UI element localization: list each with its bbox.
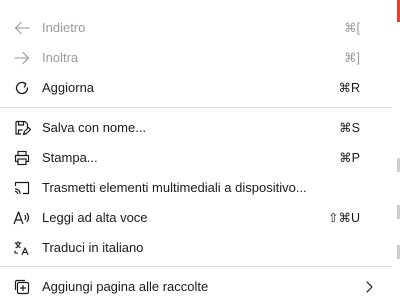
context-menu: Indietro ⌘[ Inoltra ⌘] Aggiorna ⌘R Salva… bbox=[0, 0, 400, 303]
menu-separator bbox=[0, 266, 392, 267]
menu-item-label: Inoltra bbox=[42, 50, 79, 65]
menu-item-label: Indietro bbox=[42, 20, 86, 35]
print-icon bbox=[12, 148, 32, 168]
chevron-right-icon bbox=[364, 280, 374, 299]
refresh-icon bbox=[12, 78, 32, 98]
read-aloud-icon bbox=[12, 208, 32, 228]
menu-item-print[interactable]: Stampa... ⌘P bbox=[0, 143, 392, 173]
menu-item-refresh[interactable]: Aggiorna ⌘R bbox=[0, 73, 392, 103]
arrow-right-icon bbox=[12, 48, 32, 68]
menu-item-shortcut: ⌘[ bbox=[344, 21, 360, 35]
menu-item-save-as[interactable]: Salva con nome... ⌘S bbox=[0, 113, 392, 143]
menu-item-label: Leggi ad alta voce bbox=[42, 210, 148, 225]
menu-item-forward[interactable]: Inoltra ⌘] bbox=[0, 43, 392, 73]
menu-separator bbox=[0, 107, 392, 108]
menu-item-label: Stampa... bbox=[42, 150, 98, 165]
menu-item-label: Trasmetti elementi multimediali a dispos… bbox=[42, 180, 307, 195]
cast-icon bbox=[12, 178, 32, 198]
menu-item-shortcut: ⌘] bbox=[344, 51, 360, 65]
menu-item-cast-media[interactable]: Trasmetti elementi multimediali a dispos… bbox=[0, 173, 392, 203]
menu-item-shortcut: ⌘R bbox=[338, 81, 360, 95]
menu-item-label: Traduci in italiano bbox=[42, 240, 144, 255]
menu-item-label: Aggiorna bbox=[42, 80, 95, 95]
menu-item-shortcut: ⌘P bbox=[339, 151, 360, 165]
save-as-icon bbox=[12, 118, 32, 138]
translate-icon bbox=[12, 238, 32, 258]
menu-item-read-aloud[interactable]: Leggi ad alta voce ⇧⌘U bbox=[0, 203, 392, 233]
menu-item-label: Salva con nome... bbox=[42, 120, 147, 135]
menu-item-back[interactable]: Indietro ⌘[ bbox=[0, 13, 392, 43]
menu-item-label: Aggiungi pagina alle raccolte bbox=[42, 279, 209, 294]
menu-item-shortcut: ⇧⌘U bbox=[327, 211, 360, 225]
menu-item-translate[interactable]: Traduci in italiano bbox=[0, 233, 392, 263]
collections-add-icon bbox=[12, 277, 32, 297]
menu-item-shortcut: ⌘S bbox=[339, 121, 360, 135]
arrow-left-icon bbox=[12, 18, 32, 38]
menu-item-add-to-collections[interactable]: Aggiungi pagina alle raccolte bbox=[0, 272, 392, 302]
